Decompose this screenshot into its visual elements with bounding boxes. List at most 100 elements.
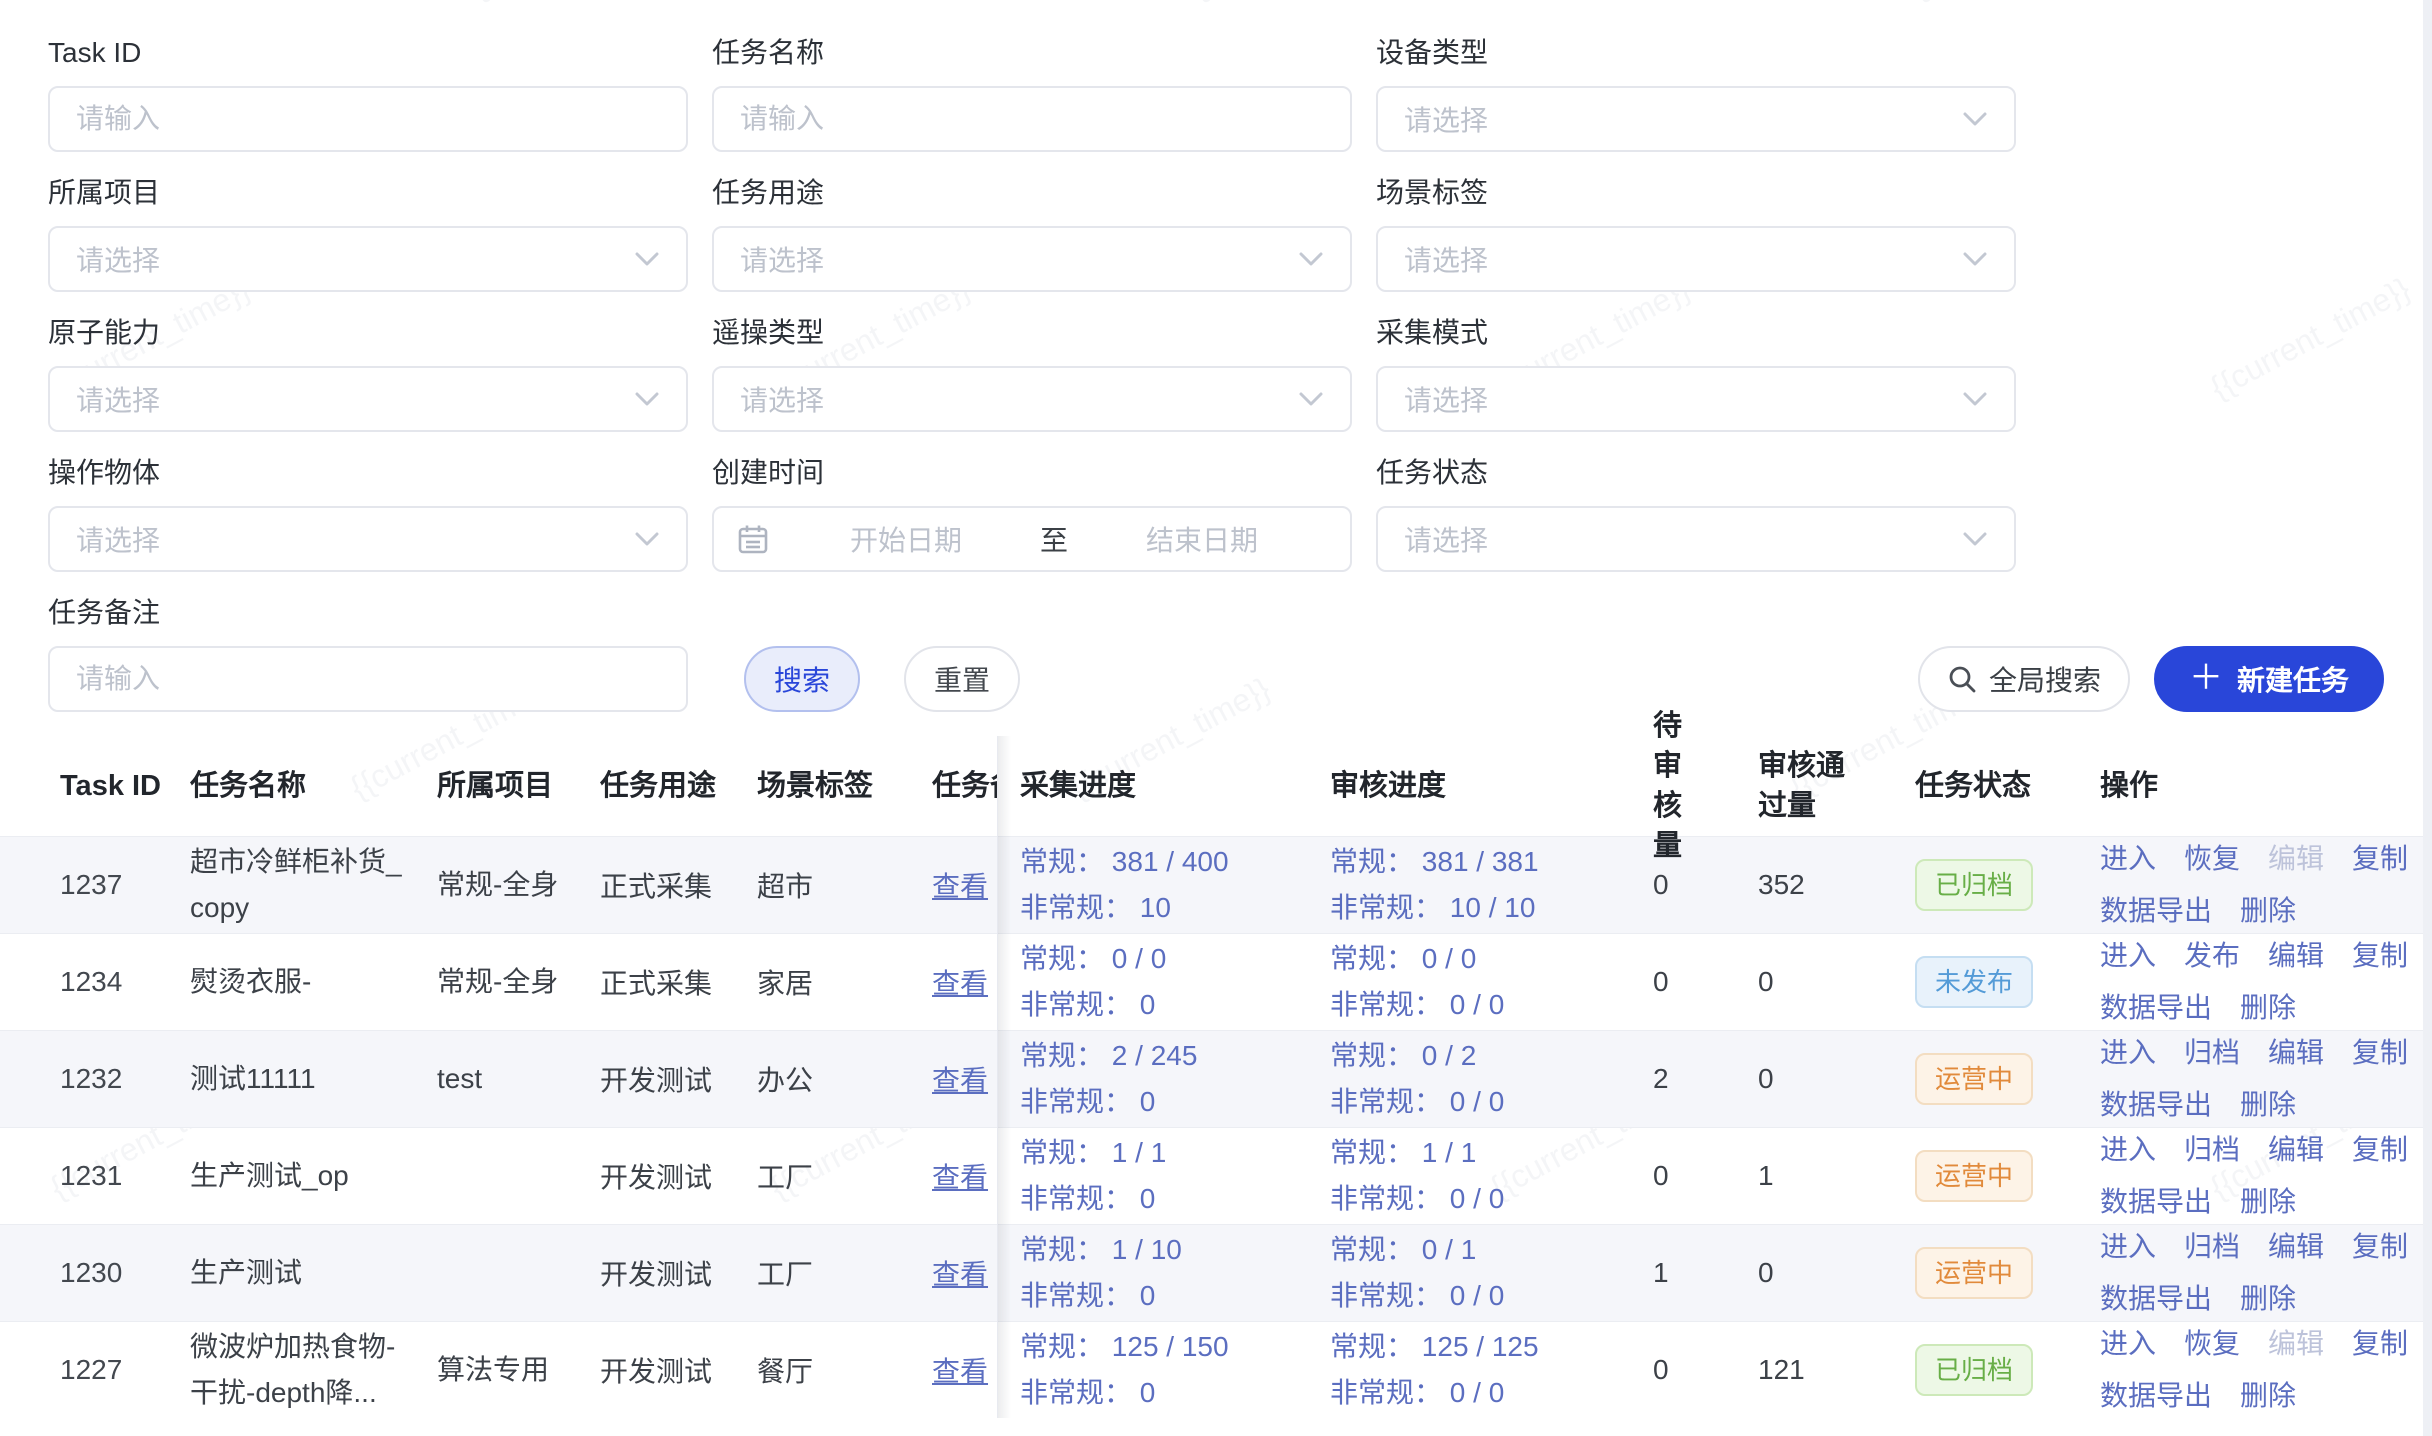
filter-project: 所属项目 请选择 xyxy=(48,176,688,292)
remark-view-link[interactable]: 查看 xyxy=(932,1156,988,1196)
cell-pending-count: 0 xyxy=(1635,1322,1750,1418)
col-header-collect-progress: 采集进度 xyxy=(997,736,1330,836)
action-link[interactable]: 数据导出 xyxy=(2100,1082,2212,1128)
remark-view-link[interactable]: 查看 xyxy=(932,1350,988,1390)
action-link[interactable]: 编辑 xyxy=(2268,1127,2324,1173)
task-remark-input[interactable] xyxy=(48,646,688,712)
action-link[interactable]: 删除 xyxy=(2240,1373,2296,1419)
teleop-type-select[interactable]: 请选择 xyxy=(712,366,1352,432)
new-task-label: 新建任务 xyxy=(2237,659,2349,699)
action-link[interactable]: 恢复 xyxy=(2184,836,2240,882)
action-link[interactable]: 归档 xyxy=(2184,1127,2240,1173)
remark-view-link[interactable]: 查看 xyxy=(932,962,988,1002)
row-actions: 进入发布编辑复制数据导出删除 xyxy=(2100,933,2416,1031)
project-select[interactable]: 请选择 xyxy=(48,226,688,292)
purpose-select[interactable]: 请选择 xyxy=(712,226,1352,292)
table-row: 1232 测试11111 test 开发测试 办公 查看 常规： 2 / 245… xyxy=(0,1030,2432,1127)
operate-object-select[interactable]: 请选择 xyxy=(48,506,688,572)
filter-task-remark: 任务备注 xyxy=(48,596,688,712)
select-placeholder: 请选择 xyxy=(1404,379,1962,419)
search-button[interactable]: 搜索 xyxy=(744,646,860,712)
action-link[interactable]: 发布 xyxy=(2184,933,2240,979)
action-link[interactable]: 进入 xyxy=(2100,1030,2156,1076)
action-link: 编辑 xyxy=(2268,1321,2324,1367)
select-placeholder: 请选择 xyxy=(740,379,1298,419)
action-link[interactable]: 删除 xyxy=(2240,1276,2296,1322)
action-link[interactable]: 复制 xyxy=(2352,933,2408,979)
collect-mode-select[interactable]: 请选择 xyxy=(1376,366,2016,432)
action-link[interactable]: 进入 xyxy=(2100,1127,2156,1173)
atomic-ability-select[interactable]: 请选择 xyxy=(48,366,688,432)
table-row: 1230 生产测试 开发测试 工厂 查看 常规： 1 / 10 非常规： 0 常… xyxy=(0,1224,2432,1321)
start-date-placeholder[interactable]: 开始日期 xyxy=(780,519,1032,559)
chevron-down-icon xyxy=(634,531,660,547)
action-link[interactable]: 复制 xyxy=(2352,836,2408,882)
row-actions: 进入恢复编辑复制数据导出删除 xyxy=(2100,836,2416,934)
chevron-down-icon xyxy=(1962,391,1988,407)
action-link[interactable]: 删除 xyxy=(2240,985,2296,1031)
cell-task-name: 微波炉加热食物-干扰-depth降... xyxy=(190,1322,437,1418)
action-link[interactable]: 复制 xyxy=(2352,1030,2408,1076)
cell-pending-count: 1 xyxy=(1635,1225,1750,1321)
create-time-range-picker[interactable]: 开始日期 至 结束日期 xyxy=(712,506,1352,572)
action-link[interactable]: 数据导出 xyxy=(2100,888,2212,934)
action-link[interactable]: 删除 xyxy=(2240,888,2296,934)
cell-task-name: 生产测试 xyxy=(190,1225,437,1321)
chevron-down-icon xyxy=(1298,251,1324,267)
col-header-pending-count: 待审核量 xyxy=(1635,736,1750,836)
cell-scene: 工厂 xyxy=(757,1225,920,1321)
task-status-select[interactable]: 请选择 xyxy=(1376,506,2016,572)
cell-review-progress: 常规： 1 / 1 非常规： 0 / 0 xyxy=(1330,1128,1635,1224)
action-link[interactable]: 删除 xyxy=(2240,1179,2296,1225)
action-link[interactable]: 数据导出 xyxy=(2100,1276,2212,1322)
status-badge: 已归档 xyxy=(1915,1344,2033,1396)
action-link[interactable]: 进入 xyxy=(2100,1321,2156,1367)
action-link[interactable]: 数据导出 xyxy=(2100,1373,2212,1419)
reset-button[interactable]: 重置 xyxy=(904,646,1020,712)
action-link[interactable]: 复制 xyxy=(2352,1224,2408,1270)
filter-teleop-type: 遥操类型 请选择 xyxy=(712,316,1352,432)
action-link[interactable]: 恢复 xyxy=(2184,1321,2240,1367)
cell-collect-progress: 常规： 1 / 1 非常规： 0 xyxy=(997,1128,1330,1224)
action-link[interactable]: 复制 xyxy=(2352,1127,2408,1173)
select-placeholder: 请选择 xyxy=(76,379,634,419)
new-task-button[interactable]: ＋ 新建任务 xyxy=(2154,646,2384,712)
remark-view-link[interactable]: 查看 xyxy=(932,865,988,905)
col-header-status: 任务状态 xyxy=(1915,736,2100,836)
action-link[interactable]: 进入 xyxy=(2100,836,2156,882)
vertical-scrollbar[interactable] xyxy=(2423,0,2432,1436)
field-label: 创建时间 xyxy=(712,456,1352,490)
cell-review-progress: 常规： 0 / 1 非常规： 0 / 0 xyxy=(1330,1225,1635,1321)
cell-approved-count: 352 xyxy=(1750,837,1915,933)
remark-view-link[interactable]: 查看 xyxy=(932,1059,988,1099)
end-date-placeholder[interactable]: 结束日期 xyxy=(1076,519,1328,559)
remark-view-link[interactable]: 查看 xyxy=(932,1253,988,1293)
cell-approved-count: 0 xyxy=(1750,1225,1915,1321)
action-link[interactable]: 归档 xyxy=(2184,1224,2240,1270)
action-link[interactable]: 编辑 xyxy=(2268,933,2324,979)
chevron-down-icon xyxy=(1962,111,1988,127)
cell-scene: 超市 xyxy=(757,837,920,933)
action-link[interactable]: 进入 xyxy=(2100,1224,2156,1270)
action-link[interactable]: 数据导出 xyxy=(2100,1179,2212,1225)
global-search-button[interactable]: 全局搜索 xyxy=(1918,646,2130,712)
action-link[interactable]: 复制 xyxy=(2352,1321,2408,1367)
select-placeholder: 请选择 xyxy=(1404,519,1962,559)
scene-tag-select[interactable]: 请选择 xyxy=(1376,226,2016,292)
cell-task-id: 1237 xyxy=(0,837,190,933)
task-name-input[interactable] xyxy=(712,86,1352,152)
cell-project: test xyxy=(437,1031,600,1127)
filter-device-type: 设备类型 请选择 xyxy=(1376,36,2016,152)
action-link[interactable]: 归档 xyxy=(2184,1030,2240,1076)
action-link[interactable]: 编辑 xyxy=(2268,1030,2324,1076)
action-link[interactable]: 编辑 xyxy=(2268,1224,2324,1270)
action-link[interactable]: 数据导出 xyxy=(2100,985,2212,1031)
table-header-row: Task ID 任务名称 所属项目 任务用途 场景标签 任务备注 采集进度 审核… xyxy=(0,736,2432,836)
cell-review-progress: 常规： 0 / 0 非常规： 0 / 0 xyxy=(1330,934,1635,1030)
cell-task-id: 1232 xyxy=(0,1031,190,1127)
action-link[interactable]: 删除 xyxy=(2240,1082,2296,1128)
action-link[interactable]: 进入 xyxy=(2100,933,2156,979)
device-type-select[interactable]: 请选择 xyxy=(1376,86,2016,152)
cell-approved-count: 0 xyxy=(1750,934,1915,1030)
task-id-input[interactable] xyxy=(48,86,688,152)
